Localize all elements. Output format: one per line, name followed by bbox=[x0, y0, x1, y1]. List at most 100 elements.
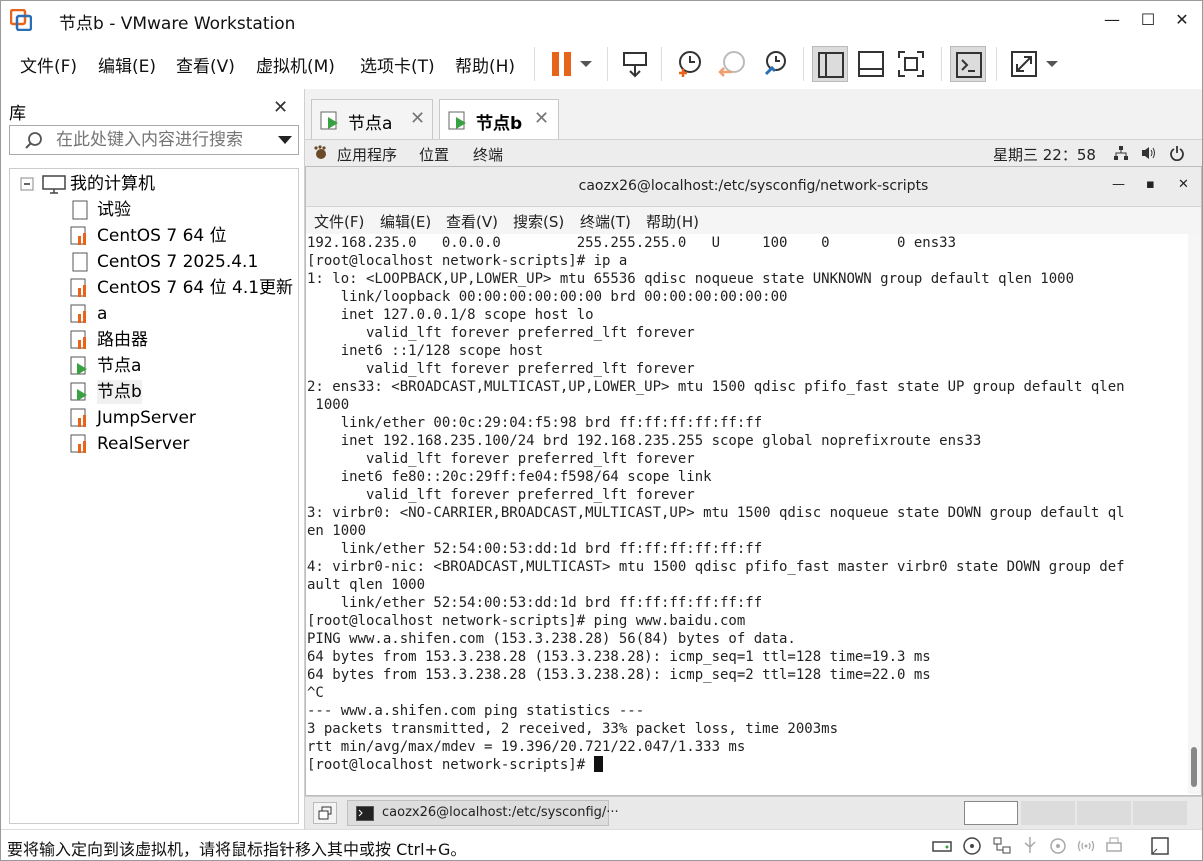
clock[interactable]: 星期三 22：58 bbox=[993, 144, 1096, 165]
power-dropdown[interactable] bbox=[575, 46, 597, 82]
taskbar-task-label: caozx26@localhost:/etc/sysconfig/··· bbox=[382, 805, 619, 820]
hard-disk-icon[interactable] bbox=[931, 835, 953, 857]
terminal-output[interactable]: 192.168.235.0 0.0.0.0 255.255.255.0 U 10… bbox=[306, 234, 1188, 794]
printer-icon[interactable] bbox=[1103, 835, 1125, 857]
snapshot-manager-icon bbox=[764, 51, 786, 76]
stretch-button[interactable] bbox=[1006, 46, 1042, 82]
terminal-line: link/ether 52:54:00:53:dd:1d brd ff:ff:f… bbox=[307, 595, 763, 611]
window-icon bbox=[318, 806, 332, 820]
menu-file[interactable]: 文件(F) bbox=[20, 52, 77, 77]
menu-help[interactable]: 帮助(H) bbox=[455, 52, 515, 77]
tree-item-label: a bbox=[97, 304, 108, 324]
menu-applications[interactable]: 应用程序 bbox=[337, 144, 397, 165]
vmware-window: 节点b - VMware Workstation — ☐ ✕ 文件(F) 编辑(… bbox=[0, 0, 1203, 861]
minimize-button[interactable]: — bbox=[1099, 7, 1125, 33]
wireless-icon[interactable] bbox=[1075, 835, 1097, 857]
vm-icon bbox=[70, 408, 86, 427]
terminal-menu-view[interactable]: 查看(V) bbox=[446, 211, 498, 232]
terminal-maximize-button[interactable]: ▪ bbox=[1146, 177, 1155, 192]
thumbnail-bar-button[interactable] bbox=[853, 46, 889, 82]
volume-icon[interactable] bbox=[1141, 145, 1157, 161]
terminal-menu-terminal[interactable]: 终端(T) bbox=[580, 211, 631, 232]
search-input[interactable] bbox=[56, 129, 266, 151]
terminal-line: valid_lft forever preferred_lft forever bbox=[307, 487, 695, 503]
terminal-line: --- www.a.shifen.com ping statistics --- bbox=[307, 703, 645, 719]
menu-terminal[interactable]: 终端 bbox=[473, 144, 503, 165]
toolbar-separator bbox=[803, 47, 804, 81]
terminal-line: inet 192.168.235.100/24 brd 192.168.235.… bbox=[307, 433, 982, 449]
terminal-line: inet6 ::1/128 scope host bbox=[307, 343, 544, 359]
terminal-line: [root@localhost network-scripts]# ip a bbox=[307, 253, 628, 269]
menu-places[interactable]: 位置 bbox=[419, 144, 449, 165]
vmware-logo-icon bbox=[10, 9, 32, 31]
terminal-line: link/ether 00:0c:29:04:f5:98 brd ff:ff:f… bbox=[307, 415, 763, 431]
menu-view[interactable]: 查看(V) bbox=[176, 52, 235, 77]
tree-item-label: JumpServer bbox=[97, 408, 196, 428]
terminal-line: link/ether 52:54:00:53:dd:1d brd ff:ff:f… bbox=[307, 541, 763, 557]
library-close-button[interactable]: ✕ bbox=[273, 97, 288, 118]
menu-vm[interactable]: 虚拟机(M) bbox=[256, 52, 335, 77]
tab-close-button[interactable]: ✕ bbox=[410, 108, 425, 129]
scrollbar-thumb[interactable] bbox=[1191, 747, 1197, 787]
console-view-button[interactable] bbox=[950, 46, 986, 82]
library-title: 库 bbox=[9, 104, 26, 124]
send-keys-icon bbox=[623, 52, 647, 78]
terminal-minimize-button[interactable]: — bbox=[1112, 177, 1125, 192]
terminal-menu-file[interactable]: 文件(F) bbox=[314, 211, 364, 232]
show-library-button[interactable] bbox=[812, 46, 848, 82]
snapshot-manager-button[interactable] bbox=[757, 46, 793, 82]
usb-icon[interactable] bbox=[1019, 835, 1041, 857]
close-button[interactable]: ✕ bbox=[1169, 7, 1195, 33]
terminal-icon bbox=[356, 806, 374, 821]
terminal-scrollbar[interactable] bbox=[1188, 234, 1201, 794]
cd-drive-icon[interactable] bbox=[961, 835, 983, 857]
tab-close-button[interactable]: ✕ bbox=[534, 108, 549, 129]
workspace-1[interactable] bbox=[964, 801, 1018, 825]
revert-snapshot-icon bbox=[718, 51, 745, 77]
message-log-icon[interactable] bbox=[1149, 835, 1171, 857]
chevron-down-icon[interactable] bbox=[276, 133, 294, 147]
workspace-3[interactable] bbox=[1077, 801, 1131, 825]
menu-tabs[interactable]: 选项卡(T) bbox=[360, 52, 435, 77]
revert-snapshot-button[interactable] bbox=[714, 46, 750, 82]
vm-icon bbox=[72, 200, 88, 220]
guest-taskbar: caozx26@localhost:/etc/sysconfig/··· bbox=[305, 796, 1202, 829]
terminal-line: 1: lo: <LOOPBACK,UP,LOWER_UP> mtu 65536 … bbox=[307, 271, 1075, 287]
terminal-line: ^C bbox=[307, 685, 324, 701]
tab-node-a[interactable]: 节点a ✕ bbox=[311, 99, 433, 139]
terminal-line: 4: virbr0-nic: <BROADCAST,MULTICAST> mtu… bbox=[307, 559, 1125, 575]
workspace-4[interactable] bbox=[1133, 801, 1187, 825]
dropdown-icon bbox=[580, 61, 592, 67]
stretch-dropdown[interactable] bbox=[1041, 46, 1063, 82]
take-snapshot-button[interactable] bbox=[671, 46, 707, 82]
computer-icon bbox=[42, 175, 66, 194]
fullscreen-button[interactable] bbox=[893, 46, 929, 82]
vm-running-icon bbox=[70, 356, 87, 375]
terminal-close-button[interactable]: ✕ bbox=[1178, 177, 1189, 192]
network-icon[interactable] bbox=[1113, 145, 1129, 161]
power-icon[interactable] bbox=[1169, 145, 1185, 161]
sound-card-icon[interactable] bbox=[1047, 835, 1069, 857]
terminal-menu-edit[interactable]: 编辑(E) bbox=[380, 211, 431, 232]
show-desktop-button[interactable] bbox=[313, 802, 337, 824]
menu-edit[interactable]: 编辑(E) bbox=[98, 52, 156, 77]
toolbar-separator bbox=[607, 47, 608, 81]
terminal-line: PING www.a.shifen.com (153.3.238.28) 56(… bbox=[307, 631, 796, 647]
terminal-title: caozx26@localhost:/etc/sysconfig/network… bbox=[578, 178, 929, 194]
terminal-menu-help[interactable]: 帮助(H) bbox=[646, 211, 699, 232]
maximize-button[interactable]: ☐ bbox=[1135, 7, 1161, 33]
taskbar-terminal-task[interactable]: caozx26@localhost:/etc/sysconfig/··· bbox=[347, 800, 619, 826]
network-adapter-icon[interactable] bbox=[991, 835, 1013, 857]
workspace-2[interactable] bbox=[1021, 801, 1075, 825]
library-search bbox=[9, 125, 299, 155]
status-bar: 要将输入定向到该虚拟机，请将鼠标指针移入其中或按 Ctrl+G。 bbox=[1, 829, 1202, 860]
send-ctrl-alt-del-button[interactable] bbox=[617, 46, 653, 82]
stretch-icon bbox=[1011, 51, 1037, 77]
vm-tree: 我的计算机 试验 CentOS 7 64 位 CentOS 7 2025.4.1 Ce… bbox=[9, 168, 299, 824]
tab-label: 节点b bbox=[476, 114, 523, 134]
collapse-icon[interactable] bbox=[20, 177, 34, 191]
tab-node-b[interactable]: 节点b ✕ bbox=[439, 99, 559, 139]
tree-item-label: CentOS 7 2025.4.1 bbox=[97, 252, 259, 272]
tree-item-label: CentOS 7 64 位 bbox=[97, 226, 227, 246]
terminal-menu-search[interactable]: 搜索(S) bbox=[513, 211, 564, 232]
